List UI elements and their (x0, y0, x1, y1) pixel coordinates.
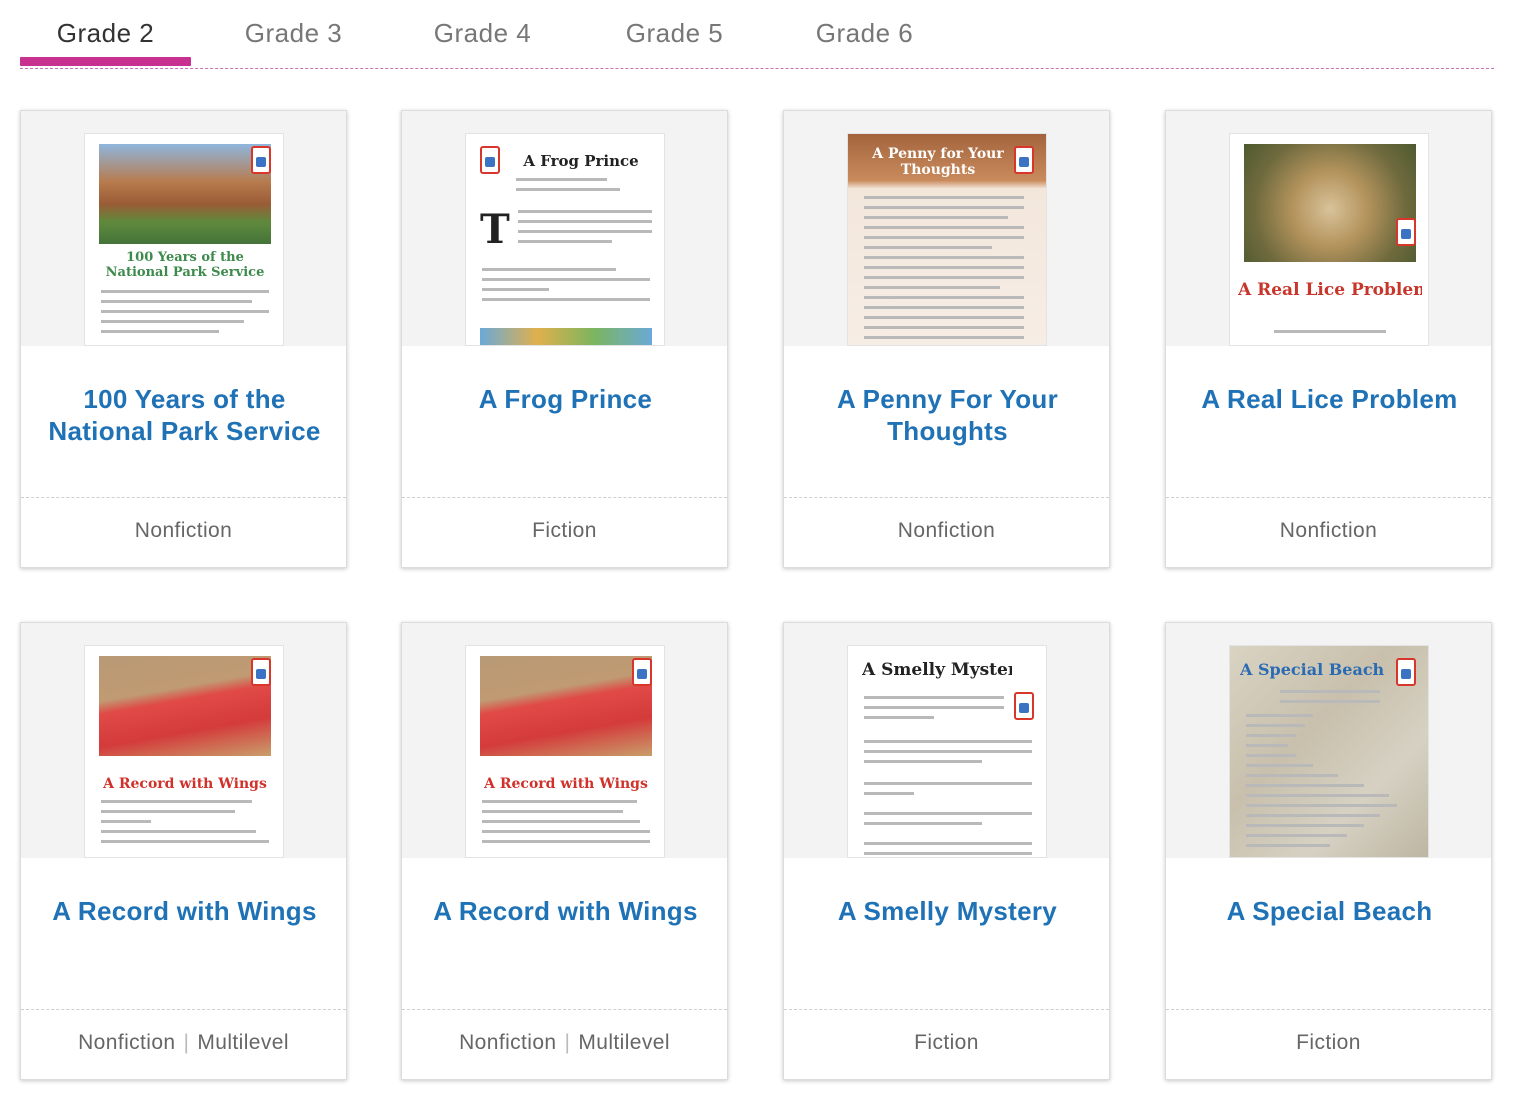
active-tab-indicator (20, 57, 191, 66)
story-thumbnail: A Special Beach (1229, 645, 1429, 858)
story-level: Multilevel (578, 1031, 670, 1054)
story-title[interactable]: A Special Beach (1180, 895, 1479, 927)
story-title[interactable]: A Record with Wings (35, 895, 334, 927)
story-title[interactable]: A Smelly Mystery (798, 895, 1097, 927)
grade-tabs: Grade 2 Grade 3 Grade 4 Grade 5 Grade 6 (20, 0, 1494, 69)
story-thumbnail: A Smelly Mystery (847, 645, 1047, 858)
tab-grade-6[interactable]: Grade 6 (779, 18, 950, 60)
story-title[interactable]: 100 Years of the National Park Service (35, 383, 334, 447)
story-title[interactable]: A Record with Wings (416, 895, 715, 927)
close-read-logo-icon (632, 658, 652, 686)
close-read-logo-icon (251, 146, 271, 174)
story-thumbnail: A Record with Wings (465, 645, 665, 858)
tab-grade-2[interactable]: Grade 2 (20, 18, 191, 60)
tab-grade-4[interactable]: Grade 4 (397, 18, 568, 60)
story-thumbnail: A Real Lice Problem (1229, 133, 1429, 346)
story-card[interactable]: A Smelly Mystery A Smelly Mystery Fictio… (783, 622, 1110, 1080)
tab-grade-5[interactable]: Grade 5 (589, 18, 760, 60)
close-read-logo-icon (1396, 658, 1416, 686)
story-title[interactable]: A Real Lice Problem (1180, 383, 1479, 415)
tab-grade-3[interactable]: Grade 3 (208, 18, 379, 60)
story-card[interactable]: 100 Years of the National Park Service 1… (20, 110, 347, 568)
story-genre: Nonfiction (1279, 519, 1378, 542)
story-card[interactable]: A Record with Wings A Record with Wings … (401, 622, 728, 1080)
story-genre: Nonfiction | Multilevel (78, 1031, 289, 1054)
story-card[interactable]: A Penny for Your Thoughts A Penny For Yo… (783, 110, 1110, 568)
story-level: Multilevel (197, 1031, 289, 1054)
story-title[interactable]: A Frog Prince (416, 383, 715, 415)
story-card[interactable]: A Frog Prince T A Frog Prince Fiction (401, 110, 728, 568)
close-read-logo-icon (480, 146, 500, 174)
story-genre: Fiction (1296, 1031, 1361, 1054)
story-thumbnail: 100 Years of the National Park Service (84, 133, 284, 346)
story-thumbnail: A Frog Prince T (465, 133, 665, 346)
story-card[interactable]: A Record with Wings A Record with Wings … (20, 622, 347, 1080)
story-genre: Nonfiction | Multilevel (459, 1031, 670, 1054)
story-thumbnail: A Record with Wings (84, 645, 284, 858)
close-read-logo-icon (1014, 146, 1034, 174)
story-card[interactable]: A Real Lice Problem A Real Lice Problem … (1165, 110, 1492, 568)
close-read-logo-icon (1396, 218, 1416, 246)
close-read-logo-icon (1014, 692, 1034, 720)
story-genre: Fiction (914, 1031, 979, 1054)
story-genre: Nonfiction (897, 519, 996, 542)
story-genre: Nonfiction (134, 519, 233, 542)
story-title[interactable]: A Penny For Your Thoughts (798, 383, 1097, 447)
story-thumbnail: A Penny for Your Thoughts (847, 133, 1047, 346)
close-read-logo-icon (251, 658, 271, 686)
story-genre: Fiction (532, 519, 597, 542)
story-card[interactable]: A Special Beach A Special Beach Fiction (1165, 622, 1492, 1080)
